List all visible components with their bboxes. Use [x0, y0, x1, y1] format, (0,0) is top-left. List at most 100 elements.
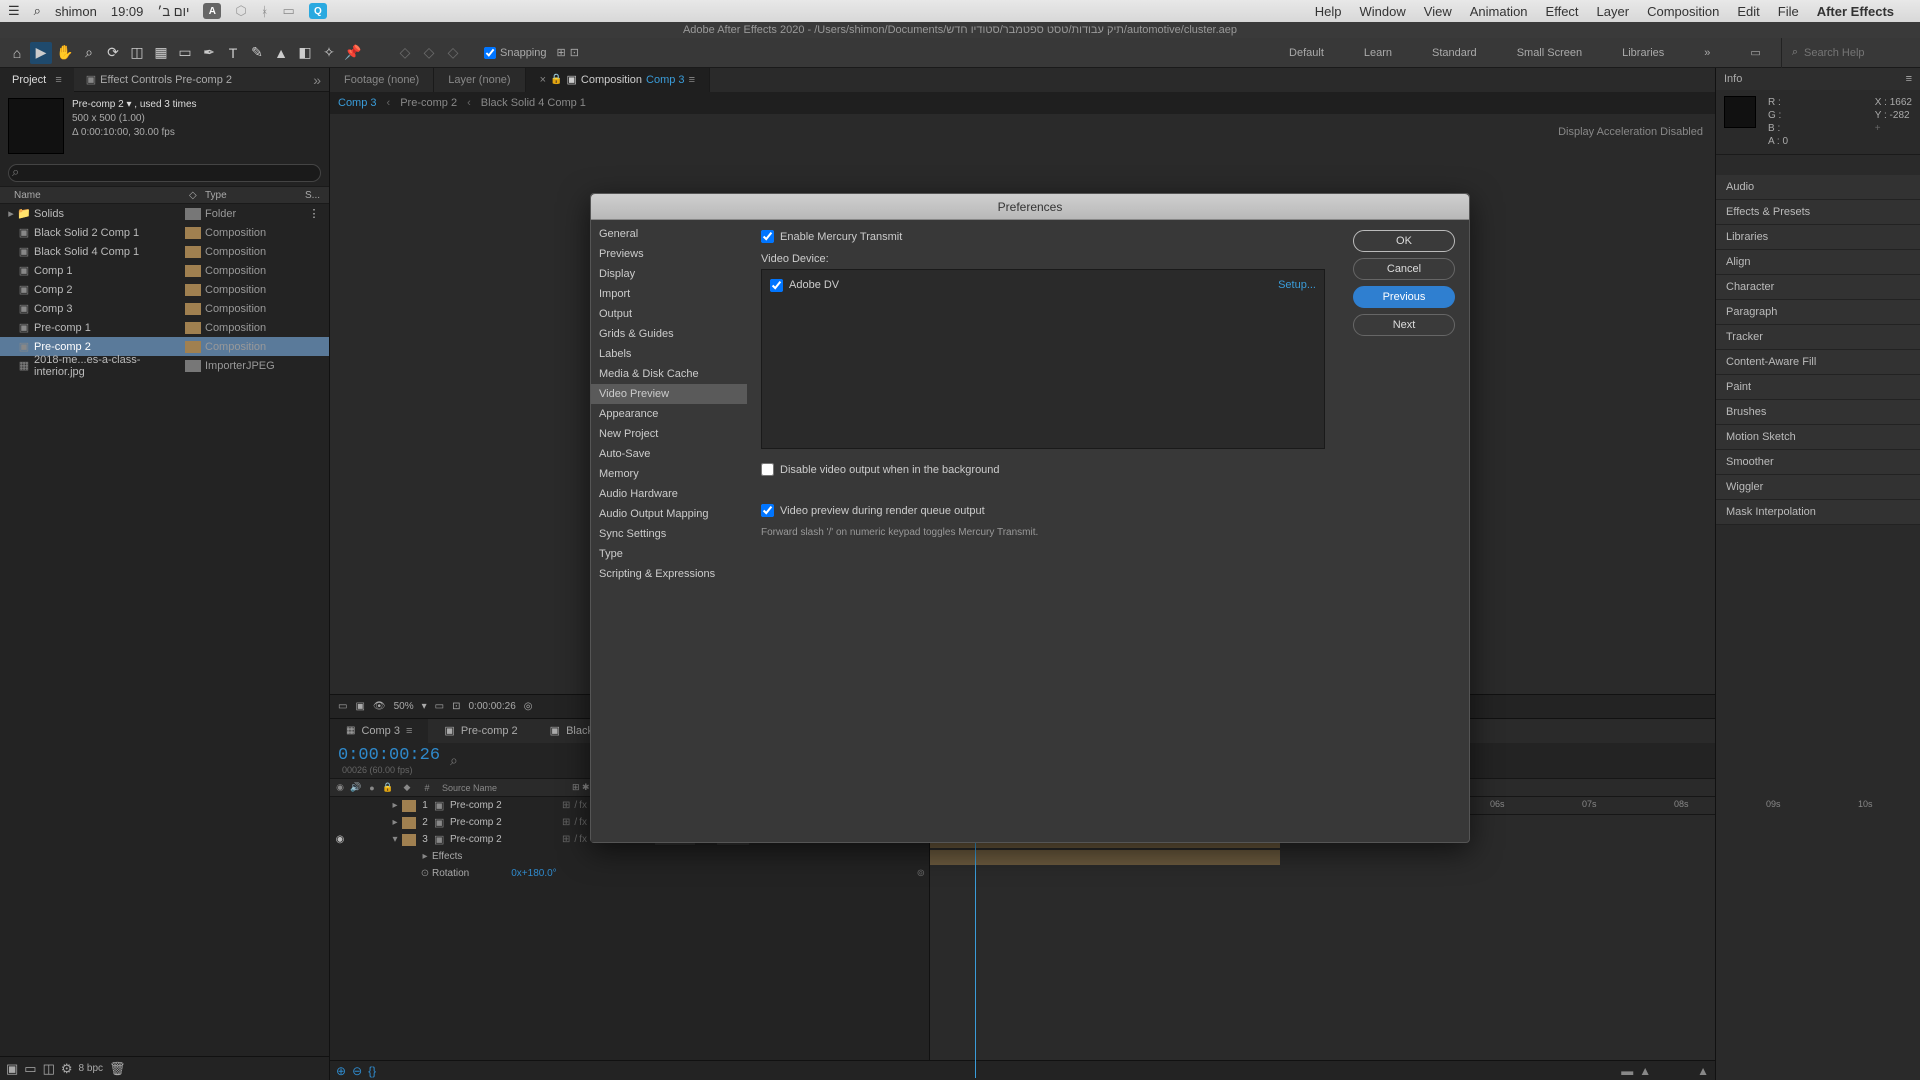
- workspace-smallscreen[interactable]: Small Screen: [1497, 38, 1602, 68]
- label-swatch[interactable]: [185, 284, 201, 296]
- roto-tool[interactable]: ✧: [318, 42, 340, 64]
- bluetooth-icon[interactable]: ᚼ: [261, 4, 269, 19]
- panel-tracker[interactable]: Tracker: [1716, 325, 1920, 350]
- panel-character[interactable]: Character: [1716, 275, 1920, 300]
- menu-help[interactable]: Help: [1315, 4, 1342, 19]
- timeline-search-icon[interactable]: ⌕: [450, 752, 458, 769]
- camera-tool[interactable]: ▦: [150, 42, 172, 64]
- toggle-modes-icon[interactable]: ⊖: [352, 1064, 362, 1078]
- timeline-timecode[interactable]: 0:00:00:26: [338, 746, 440, 765]
- tab-footage[interactable]: Footage (none): [330, 68, 434, 92]
- viewer-icon[interactable]: ⊡: [452, 701, 460, 712]
- workspace-libraries[interactable]: Libraries: [1602, 38, 1684, 68]
- prefs-cat-sync-settings[interactable]: Sync Settings: [591, 524, 747, 544]
- toggle-switches-icon[interactable]: ⊕: [336, 1064, 346, 1078]
- expression-icon[interactable]: ⊚: [917, 868, 925, 879]
- label-swatch[interactable]: [185, 322, 201, 334]
- panel-audio[interactable]: Audio: [1716, 175, 1920, 200]
- project-item[interactable]: ▦2018-me...es-a-class-interior.jpgImport…: [0, 356, 329, 375]
- keyboard-indicator[interactable]: A: [203, 3, 221, 19]
- project-search-input[interactable]: [8, 164, 321, 182]
- chevron-left-icon[interactable]: ‹: [387, 97, 391, 109]
- prefs-cat-video-preview[interactable]: Video Preview: [591, 384, 747, 404]
- vp-render-row[interactable]: Video preview during render queue output: [761, 504, 1325, 517]
- label-swatch[interactable]: [185, 208, 201, 220]
- ok-button[interactable]: OK: [1353, 230, 1455, 252]
- project-item[interactable]: ▣Black Solid 2 Comp 1Composition: [0, 223, 329, 242]
- panel-menu-icon[interactable]: ≡: [406, 719, 412, 743]
- viewer-icon[interactable]: ◎: [524, 701, 533, 712]
- rotation-tool[interactable]: ◫: [126, 42, 148, 64]
- col-s[interactable]: S...: [305, 190, 323, 201]
- prefs-cat-output[interactable]: Output: [591, 304, 747, 324]
- effects-group[interactable]: ▸ Effects: [330, 848, 929, 865]
- enable-mercury-checkbox[interactable]: [761, 230, 774, 243]
- label-swatch[interactable]: [185, 341, 201, 353]
- crumb-0[interactable]: Comp 3: [338, 97, 377, 109]
- label-swatch[interactable]: [185, 265, 201, 277]
- search-help[interactable]: ⌕: [1781, 38, 1914, 68]
- project-item[interactable]: ▣Pre-comp 1Composition: [0, 318, 329, 337]
- panel-paint[interactable]: Paint: [1716, 375, 1920, 400]
- col-lock-icon[interactable]: 🔒: [382, 782, 394, 793]
- prefs-cat-media-disk-cache[interactable]: Media & Disk Cache: [591, 364, 747, 384]
- orbit-tool[interactable]: ⟳: [102, 42, 124, 64]
- col-solo-icon[interactable]: ●: [366, 783, 378, 793]
- panel-paragraph[interactable]: Paragraph: [1716, 300, 1920, 325]
- hand-tool[interactable]: ✋: [54, 42, 76, 64]
- trash-icon[interactable]: 🗑: [109, 1061, 126, 1077]
- menu-file[interactable]: File: [1778, 4, 1799, 19]
- project-item[interactable]: ▣Comp 1Composition: [0, 261, 329, 280]
- panel-menu-icon[interactable]: ≡: [689, 68, 695, 92]
- col-type[interactable]: Type: [205, 190, 305, 201]
- panel-mask-interpolation[interactable]: Mask Interpolation: [1716, 500, 1920, 525]
- menu-animation[interactable]: Animation: [1470, 4, 1528, 19]
- col-label-icon[interactable]: ◆: [398, 782, 416, 793]
- playhead[interactable]: [975, 815, 976, 1078]
- label-swatch[interactable]: [185, 360, 201, 372]
- prefs-cat-labels[interactable]: Labels: [591, 344, 747, 364]
- prefs-cat-display[interactable]: Display: [591, 264, 747, 284]
- status-app-icon[interactable]: Q: [309, 3, 327, 19]
- vp-render-checkbox[interactable]: [761, 504, 774, 517]
- workspace-standard[interactable]: Standard: [1412, 38, 1497, 68]
- workspace-reset-icon[interactable]: ▭: [1730, 38, 1780, 68]
- adobe-dv-checkbox[interactable]: [770, 279, 783, 292]
- tab-close-icon[interactable]: ×: [540, 68, 546, 92]
- viewer-icon[interactable]: ▭: [435, 701, 444, 712]
- prefs-cat-audio-hardware[interactable]: Audio Hardware: [591, 484, 747, 504]
- panel-effects-presets[interactable]: Effects & Presets: [1716, 200, 1920, 225]
- search-help-input[interactable]: [1804, 47, 1904, 59]
- prefs-cat-grids-guides[interactable]: Grids & Guides: [591, 324, 747, 344]
- col-video-icon[interactable]: ◉: [334, 782, 346, 793]
- twirl-icon[interactable]: ▸: [390, 800, 400, 811]
- home-tool[interactable]: ⌂: [6, 42, 28, 64]
- panel-overflow-icon[interactable]: »: [305, 72, 329, 88]
- layer-label[interactable]: [402, 817, 416, 829]
- workspace-more[interactable]: »: [1684, 38, 1730, 68]
- panel-smoother[interactable]: Smoother: [1716, 450, 1920, 475]
- label-swatch[interactable]: [185, 227, 201, 239]
- snapping-checkbox[interactable]: [484, 47, 496, 59]
- chevron-left-icon[interactable]: ‹: [467, 97, 471, 109]
- new-folder-icon[interactable]: ▭: [24, 1061, 36, 1077]
- menu-view[interactable]: View: [1424, 4, 1452, 19]
- col-sourcename[interactable]: Source Name: [438, 783, 568, 793]
- panel-menu-icon[interactable]: ≡: [1906, 73, 1912, 85]
- bpc-label[interactable]: 8 bpc: [79, 1063, 103, 1074]
- menu-layer[interactable]: Layer: [1597, 4, 1630, 19]
- panel-motion-sketch[interactable]: Motion Sketch: [1716, 425, 1920, 450]
- project-settings-icon[interactable]: ⚙: [61, 1061, 73, 1077]
- video-toggle[interactable]: ◉: [334, 834, 346, 845]
- cancel-button[interactable]: Cancel: [1353, 258, 1455, 280]
- spotlight-icon[interactable]: ⌕: [34, 3, 41, 19]
- prefs-cat-type[interactable]: Type: [591, 544, 747, 564]
- type-tool[interactable]: T: [222, 42, 244, 64]
- twirl-icon[interactable]: ▸: [390, 817, 400, 828]
- snap-opt-icon[interactable]: ⊞: [557, 46, 566, 59]
- eraser-tool[interactable]: ◧: [294, 42, 316, 64]
- twirl-icon[interactable]: ▾: [390, 834, 400, 845]
- tab-layer[interactable]: Layer (none): [434, 68, 525, 92]
- label-swatch[interactable]: [185, 303, 201, 315]
- col-audio-icon[interactable]: 🔊: [350, 782, 362, 793]
